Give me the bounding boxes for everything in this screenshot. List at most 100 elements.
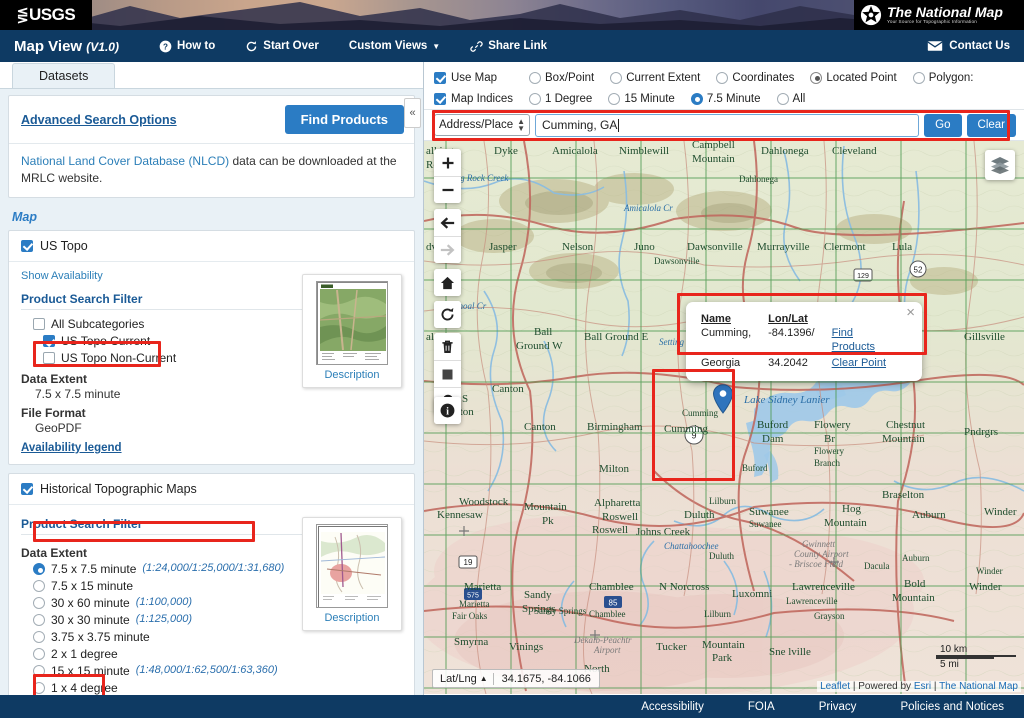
extent-radio-2[interactable] [33, 597, 45, 609]
search-mode-select[interactable]: Address/Place ▲▼ [434, 114, 530, 136]
dataset-header-historical-topo[interactable]: Historical Topographic Maps [9, 474, 414, 505]
national-map-logo[interactable]: The National Map Your Source for Topogra… [854, 0, 1024, 30]
next-extent-button[interactable] [434, 236, 461, 263]
usgs-logo[interactable]: ⋚USGS [0, 0, 92, 30]
map-viewport[interactable]: 85 575 9 129 52 19 [424, 141, 1024, 694]
extent-option-coordinates[interactable]: Coordinates [716, 72, 794, 84]
extent-radio-3[interactable] [33, 614, 45, 626]
indices-option-15-minute[interactable]: 15 Minute [608, 93, 675, 105]
us-topo-thumbnail-card[interactable]: Description [302, 274, 402, 388]
location-marker[interactable] [712, 384, 734, 417]
go-button[interactable]: Go [924, 114, 961, 137]
indices-option-7-5-minute[interactable]: 7.5 Minute [691, 93, 761, 105]
draw-box-button[interactable] [434, 360, 461, 387]
radio-1-degree[interactable] [529, 93, 541, 105]
popup-find-products-link[interactable]: Find Products [832, 327, 894, 355]
availability-legend-link[interactable]: Availability legend [21, 435, 122, 454]
search-input[interactable]: Cumming, GA [535, 114, 919, 137]
us-topo-current-label: US Topo Current [61, 334, 150, 349]
zoom-in-button[interactable] [434, 149, 461, 176]
clear-button[interactable]: Clear [967, 114, 1016, 137]
collapse-panel-button[interactable]: « [404, 98, 421, 128]
map-indices-checkbox[interactable] [434, 93, 446, 105]
us-topo-current-checkbox[interactable] [43, 335, 55, 347]
radio-15-minute[interactable] [608, 93, 620, 105]
extent-option-5[interactable]: 2 x 1 degree [21, 646, 302, 663]
map-indices-toggle[interactable]: Map Indices [434, 93, 529, 105]
extent-radio-7[interactable] [33, 682, 45, 694]
previous-extent-button[interactable] [434, 209, 461, 236]
nav-contact-us[interactable]: Contact Us [927, 40, 1010, 52]
attrib-esri-link[interactable]: Esri [914, 681, 931, 692]
popup-clear-point-link[interactable]: Clear Point [832, 357, 894, 371]
map-label: Murrayville [757, 241, 810, 253]
layers-control-button[interactable] [985, 150, 1015, 180]
radio-box-point[interactable] [529, 72, 541, 84]
dataset-header-us-topo[interactable]: US Topo [9, 231, 414, 262]
use-map-toggle[interactable]: Use Map [434, 72, 529, 84]
extent-option-7[interactable]: 1 x 4 degree [21, 680, 302, 695]
attrib-leaflet-link[interactable]: Leaflet [820, 681, 850, 692]
radio-all[interactable] [777, 93, 789, 105]
footer-link-policies[interactable]: Policies and Notices [900, 701, 1004, 713]
extent-option-1[interactable]: 7.5 x 15 minute [21, 578, 302, 595]
extent-option-4[interactable]: 3.75 x 3.75 minute [21, 629, 302, 646]
footer-link-accessibility[interactable]: Accessibility [641, 701, 704, 713]
footer-link-foia[interactable]: FOIA [748, 701, 775, 713]
extent-option-box-point[interactable]: Box/Point [529, 72, 594, 84]
use-map-checkbox[interactable] [434, 72, 446, 84]
option-all-subcategories[interactable]: All Subcategories [21, 316, 302, 333]
historical-description-link[interactable]: Description [309, 608, 395, 628]
map-label: Park [712, 652, 732, 664]
nav-how-to[interactable]: ? How to [159, 40, 215, 53]
nlcd-link[interactable]: National Land Cover Database (NLCD) [21, 154, 229, 168]
map-label: Auburn [902, 553, 930, 563]
radio-coordinates[interactable] [716, 72, 728, 84]
extent-option-polygon[interactable]: Polygon: [913, 72, 974, 84]
clear-drawing-button[interactable] [434, 333, 461, 360]
nav-start-over[interactable]: Start Over [245, 40, 319, 53]
extent-option-6[interactable]: 15 x 15 minute (1:48,000/1:62,500/1:63,3… [21, 663, 302, 680]
indices-option-all[interactable]: All [777, 93, 806, 105]
extent-option-current-extent[interactable]: Current Extent [610, 72, 700, 84]
nav-custom-views[interactable]: Custom Views ▼ [349, 40, 440, 52]
zoom-out-button[interactable] [434, 176, 461, 203]
popup-close-icon[interactable]: × [906, 305, 915, 320]
extent-radio-4[interactable] [33, 631, 45, 643]
radio-7-5-minute[interactable] [691, 93, 703, 105]
historical-topo-checkbox[interactable] [21, 483, 33, 495]
radio-located-point[interactable] [810, 72, 822, 84]
attrib-tnm-link[interactable]: The National Map [939, 681, 1018, 692]
map-info-button[interactable]: i [434, 397, 461, 424]
nav-share-link[interactable]: Share Link [470, 40, 547, 53]
extent-radio-6[interactable] [33, 665, 45, 677]
extent-option-located-point[interactable]: Located Point [810, 72, 896, 84]
show-availability-link[interactable]: Show Availability [21, 270, 302, 282]
us-topo-checkbox[interactable] [21, 240, 33, 252]
footer-link-privacy[interactable]: Privacy [819, 701, 857, 713]
all-subcategories-checkbox[interactable] [33, 318, 45, 330]
extent-option-0[interactable]: 7.5 x 7.5 minute (1:24,000/1:25,000/1:31… [21, 561, 302, 578]
extent-radio-0[interactable] [33, 563, 45, 575]
extent-radio-1[interactable] [33, 580, 45, 592]
extent-scale-0: (1:24,000/1:25,000/1:31,680) [142, 562, 284, 576]
extent-option-3[interactable]: 30 x 30 minute (1:125,000) [21, 612, 302, 629]
radio-current-extent[interactable] [610, 72, 622, 84]
us-topo-non-current-checkbox[interactable] [43, 352, 55, 364]
option-us-topo-non-current[interactable]: US Topo Non-Current [21, 350, 302, 367]
advanced-search-options-link[interactable]: Advanced Search Options [21, 113, 177, 127]
tab-datasets[interactable]: Datasets [12, 63, 115, 88]
extent-option-2[interactable]: 30 x 60 minute (1:100,000) [21, 595, 302, 612]
radio-polygon[interactable] [913, 72, 925, 84]
home-extent-button[interactable] [434, 269, 461, 296]
extent-radio-5[interactable] [33, 648, 45, 660]
option-us-topo-current[interactable]: US Topo Current [21, 333, 302, 350]
map-label: Sandy Springs [534, 606, 586, 616]
indices-option-1-degree[interactable]: 1 Degree [529, 93, 592, 105]
us-topo-description-link[interactable]: Description [309, 365, 395, 385]
latlng-readout[interactable]: Lat/Lng ▲ 34.1675, -84.1066 [432, 669, 600, 688]
find-products-button[interactable]: Find Products [285, 105, 404, 134]
historical-thumbnail-card[interactable]: Description [302, 517, 402, 631]
panel-scroll-area[interactable]: Advanced Search Options Find Products Na… [0, 89, 423, 695]
refresh-map-button[interactable] [434, 301, 461, 328]
